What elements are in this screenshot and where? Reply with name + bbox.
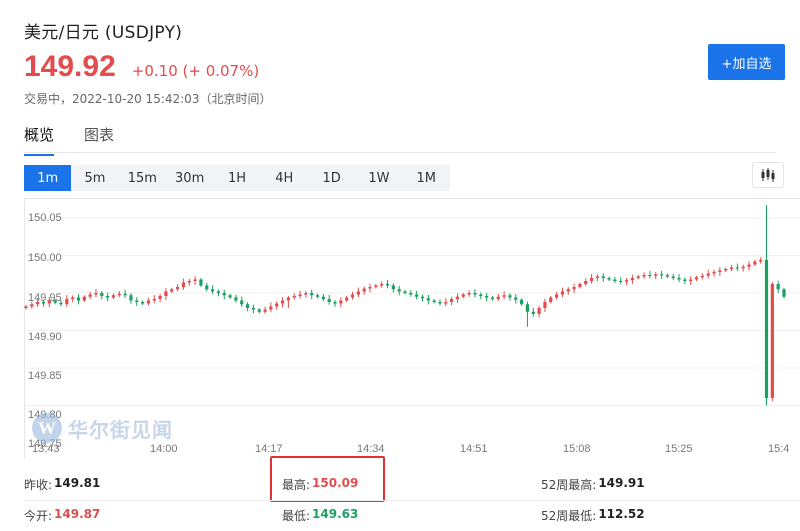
stat-label: 52周最高: <box>541 478 597 492</box>
stat-value: 149.87 <box>54 507 101 521</box>
current-price: 149.92 <box>24 50 116 83</box>
stat-high: 最高: 150.09 <box>282 476 358 493</box>
instrument-title: 美元/日元 (USDJPY) <box>24 23 183 43</box>
x-tick-label: 15:25 <box>665 443 693 455</box>
chart-type-button[interactable] <box>752 162 784 188</box>
period-1h[interactable]: 1H <box>213 165 260 191</box>
x-tick-label: 14:00 <box>150 443 178 455</box>
stat-open: 今开: 149.87 <box>24 507 100 524</box>
candlestick-icon <box>761 168 775 182</box>
watermark-text: 华尔街见闻 <box>68 417 173 442</box>
period-1m[interactable]: 1m <box>24 165 72 191</box>
stat-value: 149.63 <box>312 507 359 521</box>
period-1mo[interactable]: 1M <box>403 165 450 191</box>
period-15m[interactable]: 15m <box>119 165 166 191</box>
price-row: 149.92 +0.10 (+ 0.07%) <box>24 50 259 84</box>
x-tick-label: 14:51 <box>460 443 488 455</box>
price-change: +0.10 (+ 0.07%) <box>131 62 260 80</box>
y-tick-label: 149.85 <box>28 370 62 382</box>
y-tick-label: 149.90 <box>28 331 62 343</box>
stat-52w-low: 52周最低: 112.52 <box>541 507 645 524</box>
x-tick-label: 15:08 <box>563 443 591 455</box>
period-1w[interactable]: 1W <box>355 165 402 191</box>
stat-value: 150.09 <box>312 476 359 490</box>
period-30m[interactable]: 30m <box>166 165 213 191</box>
stats-divider <box>24 500 800 501</box>
stat-prev-close: 昨收: 149.81 <box>24 476 100 493</box>
watermark-logo: W 华尔街见闻 <box>32 413 173 443</box>
stat-label: 最低: <box>282 509 311 523</box>
stat-label: 最高: <box>282 478 311 492</box>
x-tick-label: 14:34 <box>357 443 385 455</box>
period-selector: 1m 5m 15m 30m 1H 4H 1D 1W 1M <box>24 165 450 191</box>
stat-label: 52周最低: <box>541 509 597 523</box>
x-tick-label: 13:43 <box>32 443 60 455</box>
y-tick-label: 150.05 <box>28 212 62 224</box>
period-5m[interactable]: 5m <box>71 165 118 191</box>
period-1d[interactable]: 1D <box>308 165 355 191</box>
y-tick-label: 150.00 <box>28 252 62 264</box>
stat-52w-high: 52周最高: 149.91 <box>541 476 645 493</box>
x-tick-label: 14:17 <box>255 443 283 455</box>
y-tick-label: 149.95 <box>28 292 62 304</box>
stat-label: 今开: <box>24 509 53 523</box>
x-tick-label: 15:4 <box>768 443 790 455</box>
watermark-mark: W <box>32 413 62 443</box>
stat-label: 昨收: <box>24 478 53 492</box>
stat-value: 149.81 <box>54 476 101 490</box>
stat-value: 149.91 <box>598 476 645 490</box>
stat-value: 112.52 <box>598 507 645 521</box>
add-to-watchlist-button[interactable]: +加自选 <box>708 44 785 80</box>
period-4h[interactable]: 4H <box>261 165 308 191</box>
trading-status: 交易中，2022-10-20 15:42:03（北京时间） <box>24 92 272 106</box>
tabs-divider <box>24 152 776 153</box>
stat-low: 最低: 149.63 <box>282 507 358 524</box>
